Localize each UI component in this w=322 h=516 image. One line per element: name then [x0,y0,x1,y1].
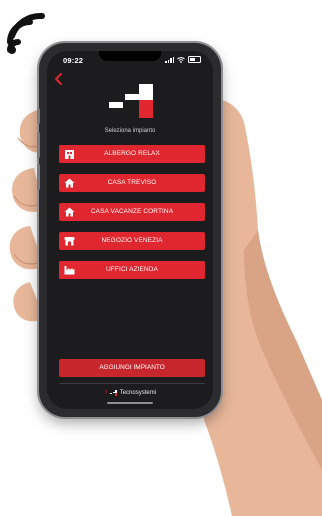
add-plant-button[interactable]: AGGIUNGI IMPIANTO [59,359,205,377]
app-screen: 09:22 Seleziona impianto ALBERGO RELAX C… [47,51,213,409]
plant-button-casa-treviso[interactable]: CASA TREVISO [59,174,205,192]
battery-icon [188,56,201,63]
cellular-signal-icon [165,56,174,63]
brand-logo-icon [109,390,117,396]
home-indicator[interactable] [107,402,153,404]
footer-brand: Ꞁ Tecnosystemi [47,387,213,399]
phone-volume-up [37,132,40,158]
plant-label: CASA TREVISO [107,179,157,186]
phone-volume-down [37,164,40,190]
status-bar: 09:22 [47,51,213,69]
footer-divider [59,383,205,384]
plant-button-uffici-azienda[interactable]: UFFICI AZIENDA [59,261,205,279]
plant-button-albergo-relax[interactable]: ALBERGO RELAX [59,145,205,163]
tecnosystemi-logo [109,84,153,118]
plant-label: ALBERGO RELAX [104,150,160,157]
plant-label: UFFICI AZIENDA [106,266,158,273]
plant-button-negozio-venezia[interactable]: NEGOZIO VENEZIA [59,232,205,250]
status-icons [165,56,201,63]
plant-label: CASA VACANZE CORTINA [90,208,174,215]
brand-name: Tecnosystemi [119,390,157,396]
status-time: 09:22 [63,56,84,65]
signature-mark-icon: Ꞁ [103,390,107,396]
back-arrow-icon[interactable] [51,71,67,87]
wifi-status-icon [177,56,185,63]
select-plant-title: Seleziona impianto [104,128,156,134]
phone-notch [99,51,161,61]
phone-side-button [37,108,40,124]
plant-label: NEGOZIO VENEZIA [101,237,163,244]
plant-button-casa-vacanze-cortina[interactable]: CASA VACANZE CORTINA [59,203,205,221]
